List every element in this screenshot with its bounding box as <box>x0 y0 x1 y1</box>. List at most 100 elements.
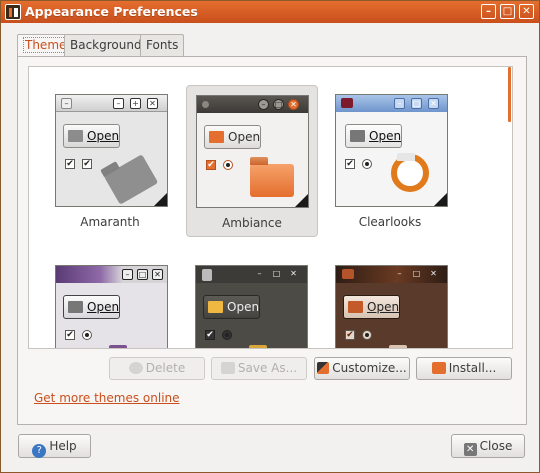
preview-titlebar: – □ ✕ <box>197 96 308 113</box>
theme-tile-clearlooks[interactable]: – □ ✕ Open ✔ Clearlooks <box>314 85 448 237</box>
preview-maximize-icon: □ <box>137 269 148 280</box>
preview-corner <box>434 193 447 206</box>
preview-corner <box>154 193 167 206</box>
preview-menu-icon <box>202 101 209 108</box>
theme-name: Ambiance <box>222 216 282 230</box>
theme-tile-6[interactable]: – □ ✕ Open ✔ <box>314 256 448 348</box>
preview-checkbox: ✔ <box>65 330 75 340</box>
preview-maximize-icon: + <box>130 98 141 109</box>
preview-body: Open ✔ <box>336 283 447 348</box>
theme-name: Amaranth <box>80 215 140 229</box>
preview-open-button: Open <box>203 295 260 319</box>
preview-folder-icon <box>68 130 83 142</box>
preview-minimize-icon: – <box>258 99 269 110</box>
save-as-button[interactable]: Save As... <box>211 357 307 380</box>
preview-folder-icon <box>350 130 365 142</box>
help-icon: ? <box>32 444 47 458</box>
preview-body: Open ✔ <box>56 283 167 348</box>
preview-body: Open ✔ <box>336 112 447 206</box>
theme-list[interactable]: – – + ✕ Open ✔ ✔ Amaranth – □ ✕ Open ✔ A… <box>28 66 513 349</box>
preview-minimize-icon: – <box>61 98 72 109</box>
theme-name: Clearlooks <box>358 215 422 229</box>
preview-titlebar: – □ ✕ <box>196 266 307 283</box>
paintbrush-icon <box>317 362 330 374</box>
preview-checkbox: ✔ <box>82 159 92 169</box>
theme-preview: – □ ✕ Open ✔ <box>335 94 448 207</box>
preview-maximize-icon: □ <box>411 98 422 109</box>
theme-tile-4[interactable]: – □ ✕ Open ✔ <box>34 256 168 348</box>
delete-button[interactable]: Delete <box>109 357 205 380</box>
close-button[interactable]: ✕ Close <box>451 434 525 458</box>
get-more-themes-link[interactable]: Get more themes online <box>34 391 180 405</box>
preview-open-button: Open <box>345 124 402 148</box>
preview-radio <box>362 330 372 340</box>
theme-tile-5[interactable]: – □ ✕ Open ✔ <box>186 256 318 348</box>
preview-titlebar: – □ ✕ <box>56 266 167 283</box>
preview-minimize-icon: – <box>397 269 402 278</box>
preview-open-button: Open <box>204 125 261 149</box>
close-x-icon: ✕ <box>463 443 477 456</box>
preview-checkbox: ✔ <box>65 159 75 169</box>
preview-close-icon: ✕ <box>430 269 437 278</box>
delete-icon <box>128 362 143 374</box>
appearance-preferences-window: Appearance Preferences – □ ✕ Theme Backg… <box>0 0 540 473</box>
theme-preview: – □ ✕ Open ✔ <box>55 265 168 348</box>
preview-folder-icon <box>348 301 363 313</box>
preview-close-icon: ✕ <box>290 269 297 278</box>
preview-close-icon: ✕ <box>147 98 158 109</box>
preview-folder-icon <box>68 301 83 313</box>
customize-button[interactable]: Customize... <box>314 357 410 380</box>
save-icon <box>220 362 235 374</box>
preview-app-icon <box>202 269 212 281</box>
preview-folder-icon <box>208 301 223 313</box>
orange-folder-icon <box>250 164 294 197</box>
preview-minimize-icon: – <box>113 98 124 109</box>
theme-preview: – □ ✕ Open ✔ <box>196 95 309 208</box>
theme-tile-amaranth[interactable]: – – + ✕ Open ✔ ✔ Amaranth <box>34 85 168 237</box>
grey-folder-icon <box>103 154 159 205</box>
app-icon <box>5 4 21 20</box>
preview-open-button: Open <box>63 124 120 148</box>
preview-radio <box>362 159 372 169</box>
install-icon <box>431 362 446 374</box>
preview-titlebar: – □ ✕ <box>336 266 447 283</box>
preview-checkbox: ✔ <box>206 160 216 170</box>
preview-minimize-icon: – <box>257 269 262 278</box>
preview-checkbox: ✔ <box>205 330 215 340</box>
window-title: Appearance Preferences <box>25 4 198 19</box>
preview-titlebar: – □ ✕ <box>336 95 447 112</box>
preview-titlebar: – – + ✕ <box>56 95 167 112</box>
preview-maximize-icon: □ <box>273 99 284 110</box>
tab-background[interactable]: Background <box>64 34 148 56</box>
preview-maximize-icon: □ <box>272 269 281 278</box>
preview-body: Open ✔ ✔ <box>56 112 167 206</box>
preview-folder-icon <box>209 131 224 143</box>
tab-fonts[interactable]: Fonts <box>140 34 185 56</box>
theme-preview: – □ ✕ Open ✔ <box>195 265 308 348</box>
preview-open-button: Open <box>343 295 400 319</box>
title-bar[interactable]: Appearance Preferences – □ ✕ <box>1 1 539 23</box>
scrollbar-thumb[interactable] <box>508 67 511 122</box>
preview-maximize-icon: □ <box>412 269 421 278</box>
install-button[interactable]: Install... <box>416 357 512 380</box>
preview-app-icon <box>342 269 354 279</box>
preview-radio <box>222 330 232 340</box>
theme-preview: – □ ✕ Open ✔ <box>335 265 448 348</box>
preview-body: Open ✔ <box>197 113 308 207</box>
preview-checkbox: ✔ <box>345 330 355 340</box>
preview-close-icon: ✕ <box>288 99 299 110</box>
preview-open-button: Open <box>63 295 120 319</box>
preview-minimize-icon: – <box>122 269 133 280</box>
preview-close-icon: ✕ <box>152 269 163 280</box>
help-button[interactable]: ? Help <box>18 434 91 458</box>
preview-close-icon: ✕ <box>428 98 439 109</box>
close-icon[interactable]: ✕ <box>519 4 534 19</box>
ubuntu-logo-icon <box>391 154 429 192</box>
minimize-icon[interactable]: – <box>481 4 496 19</box>
theme-tile-ambiance[interactable]: – □ ✕ Open ✔ Ambiance <box>186 85 318 237</box>
theme-preview: – – + ✕ Open ✔ ✔ <box>55 94 168 207</box>
preview-minimize-icon: – <box>394 98 405 109</box>
preview-corner <box>295 194 308 207</box>
preview-radio <box>223 160 233 170</box>
maximize-icon[interactable]: □ <box>500 4 515 19</box>
